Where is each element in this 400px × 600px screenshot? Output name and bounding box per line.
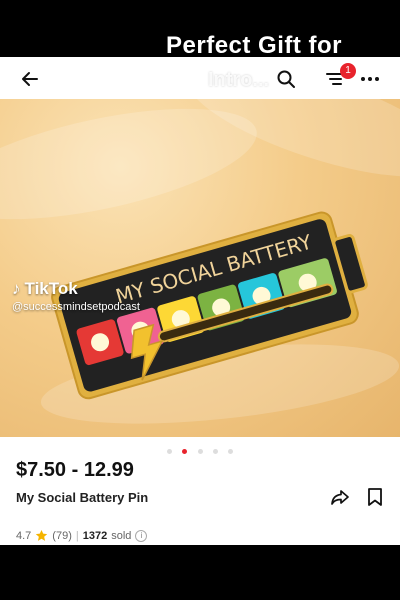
product-image[interactable]: MY SOCIAL BATTERY ♪ TikTok @successminds… (0, 99, 400, 437)
more-button[interactable] (356, 65, 384, 93)
product-page: Intro... 1 MY SOCIAL BATTERY ♪ TikTok @s… (0, 57, 400, 545)
tiktok-brand: TikTok (24, 279, 78, 298)
top-bar: Intro... 1 (0, 57, 400, 99)
save-button[interactable] (366, 487, 384, 507)
screen: Perfect Gift for Intro... 1 MY SOCIAL BA… (0, 0, 400, 600)
search-button[interactable] (272, 65, 300, 93)
carousel-dot[interactable] (212, 449, 218, 454)
back-button[interactable] (16, 65, 44, 93)
carousel-dot[interactable] (166, 449, 172, 454)
arrow-left-icon (22, 72, 38, 86)
battery-pin: MY SOCIAL BATTERY (51, 211, 368, 400)
share-icon (331, 490, 349, 505)
more-horizontal-icon (361, 77, 379, 81)
rating-row[interactable]: 4.7 (79) | 1372 sold i (16, 529, 148, 542)
info-icon[interactable]: i (135, 529, 148, 542)
sold-label: sold (111, 529, 132, 542)
video-overlay-subtitle: Intro... (208, 69, 270, 91)
tiktok-logo: ♪ TikTok (12, 279, 140, 299)
product-title: My Social Battery Pin (16, 490, 149, 505)
bookmark-icon (368, 488, 382, 506)
sold-number: 1372 (82, 529, 108, 542)
carousel-dot[interactable] (197, 449, 203, 454)
video-overlay-title: Perfect Gift for (166, 32, 343, 59)
price: $7.50 - 12.99 (16, 459, 134, 481)
cart-badge: 1 (340, 63, 356, 79)
tiktok-watermark: ♪ TikTok @successmindsetpodcast (12, 279, 140, 313)
tiktok-icon: ♪ (12, 279, 21, 298)
share-button[interactable] (330, 487, 350, 507)
search-icon (277, 70, 295, 88)
tiktok-handle: @successmindsetpodcast (12, 301, 140, 313)
review-count: (79) (52, 529, 72, 542)
star-icon (36, 529, 48, 541)
carousel-indicator (0, 441, 400, 459)
separator: | (75, 529, 79, 542)
rating-value: 4.7 (16, 529, 32, 542)
carousel-dot-active[interactable] (182, 449, 188, 454)
carousel-dot[interactable] (228, 449, 234, 454)
